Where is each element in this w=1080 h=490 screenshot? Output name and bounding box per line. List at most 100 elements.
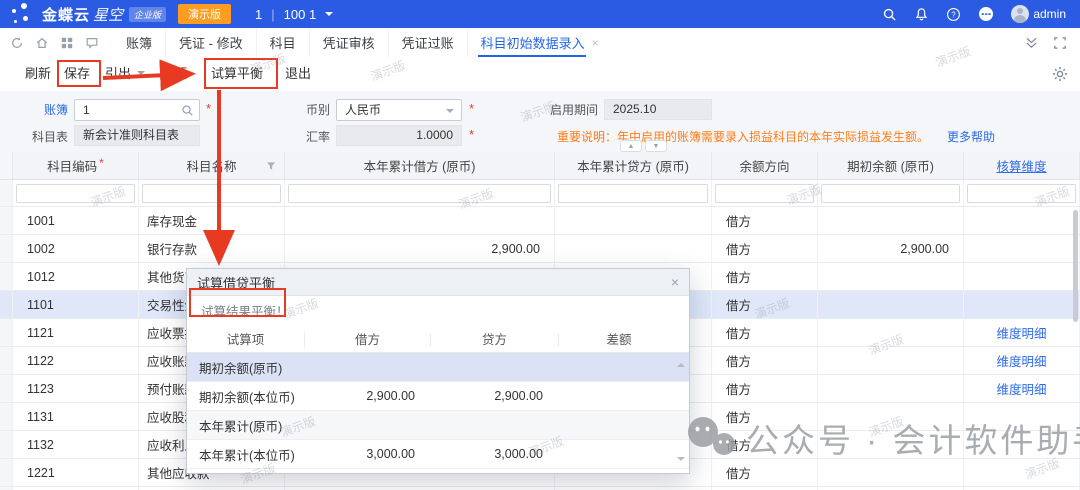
dimension-detail-link[interactable]: 维度明细 — [964, 319, 1080, 346]
tab-凭证 - 修改[interactable]: 凭证 - 修改 — [165, 28, 256, 57]
bell-icon[interactable] — [914, 7, 929, 22]
dims-filter-input[interactable] — [967, 184, 1076, 203]
account-code-cell[interactable]: 1122 — [13, 347, 139, 374]
collapse-up-button[interactable]: ▲ — [620, 140, 642, 152]
tab-凭证审核[interactable]: 凭证审核 — [309, 28, 388, 57]
currency-select[interactable]: 人民币 — [336, 99, 462, 121]
account-code-cell[interactable]: 1002 — [13, 235, 139, 262]
opening-balance-cell[interactable] — [818, 319, 964, 346]
balance-direction-cell[interactable]: 借方 — [712, 291, 818, 318]
collapse-down-button[interactable]: ▼ — [645, 140, 667, 152]
account-code-cell[interactable]: 1131 — [13, 403, 139, 430]
ytd-debit-cell[interactable] — [285, 207, 555, 234]
scroll-down-icon[interactable] — [677, 457, 685, 465]
debit-filter-input[interactable] — [288, 184, 551, 203]
close-icon[interactable]: × — [671, 275, 679, 289]
ytd-debit-cell[interactable]: 2,900.00 — [285, 235, 555, 262]
collapse-tabs-icon[interactable] — [1025, 36, 1038, 49]
dimension-detail-link[interactable]: 维度明细 — [964, 375, 1080, 402]
opening-balance-cell[interactable] — [818, 431, 964, 458]
chart-of-accounts-label: 科目表 — [6, 126, 68, 148]
row-gutter — [0, 375, 13, 402]
direction-filter-input[interactable] — [715, 184, 814, 203]
options-button[interactable]: 选项 — [161, 57, 187, 91]
trial-balance-dialog: 试算借贷平衡 × 试算结果平衡！ 试算项 借方 贷方 差额 期初余额(原币)期初… — [186, 268, 690, 474]
account-row-1001[interactable]: 1001库存现金 借方 — [0, 207, 1080, 235]
book-input[interactable]: 1 — [74, 99, 200, 121]
account-set-selector[interactable]: 1 | 100 1 — [255, 7, 333, 22]
balance-direction-cell[interactable]: 借方 — [712, 375, 818, 402]
row-gutter — [0, 207, 13, 234]
trial-balance-result-message: 试算结果平衡！ — [187, 296, 689, 326]
opening-balance-cell[interactable] — [818, 375, 964, 402]
trial-row-0[interactable]: 期初余额(原币) — [187, 353, 689, 382]
account-code-cell[interactable]: 1221 — [13, 459, 139, 486]
balance-direction-cell[interactable]: 借方 — [712, 431, 818, 458]
opening-filter-input[interactable] — [821, 184, 960, 203]
refresh-icon[interactable] — [10, 36, 24, 50]
balance-direction-cell[interactable]: 借方 — [712, 403, 818, 430]
account-code-cell[interactable]: 1121 — [13, 319, 139, 346]
opening-balance-cell[interactable] — [818, 263, 964, 290]
balance-direction-cell[interactable]: 借方 — [712, 319, 818, 346]
opening-balance-cell[interactable] — [818, 403, 964, 430]
gear-icon[interactable] — [1052, 66, 1068, 82]
save-button[interactable]: 保存 — [64, 57, 90, 91]
account-code-cell[interactable]: 1101 — [13, 291, 139, 318]
balance-direction-cell[interactable]: 借方 — [712, 207, 818, 234]
account-code-cell[interactable]: 1123 — [13, 375, 139, 402]
opening-balance-cell[interactable] — [818, 207, 964, 234]
account-name-cell[interactable]: 库存现金 — [139, 207, 285, 234]
exit-button[interactable]: 退出 — [285, 57, 311, 91]
row-gutter — [0, 291, 13, 318]
home-icon[interactable] — [35, 36, 49, 50]
ytd-credit-cell[interactable] — [555, 207, 712, 234]
credit-filter-input[interactable] — [558, 184, 708, 203]
fullscreen-icon[interactable] — [1054, 37, 1066, 49]
account-code-cell[interactable]: 1132 — [13, 431, 139, 458]
balance-direction-cell[interactable]: 借方 — [712, 459, 818, 486]
account-code-cell[interactable]: 1001 — [13, 207, 139, 234]
apps-grid-icon[interactable] — [60, 36, 74, 50]
lookup-icon[interactable] — [181, 104, 194, 117]
name-filter-input[interactable] — [142, 184, 281, 203]
open-tabs: 账簿凭证 - 修改科目凭证审核凭证过账科目初始数据录入× — [113, 28, 612, 57]
balance-direction-cell[interactable]: 借方 — [712, 235, 818, 262]
account-row-1002[interactable]: 1002银行存款2,900.00借方2,900.00 — [0, 235, 1080, 263]
scroll-up-icon[interactable] — [677, 359, 685, 367]
trial-row-2[interactable]: 本年累计(原币) — [187, 411, 689, 440]
message-icon[interactable] — [85, 36, 99, 50]
trial-row-3[interactable]: 本年累计(本位币)3,000.003,000.00 — [187, 440, 689, 469]
export-button[interactable]: 引出 — [105, 57, 145, 91]
trial-row-1[interactable]: 期初余额(本位币)2,900.002,900.00 — [187, 382, 689, 411]
opening-balance-cell[interactable] — [818, 347, 964, 374]
trial-balance-button[interactable]: 试算平衡 — [211, 57, 263, 91]
tab-close-icon[interactable]: × — [592, 36, 599, 50]
table-scrollbar[interactable] — [1073, 210, 1078, 322]
tab-账簿[interactable]: 账簿 — [113, 28, 165, 57]
tab-凭证过账[interactable]: 凭证过账 — [388, 28, 467, 57]
more-help-link[interactable]: 更多帮助 — [947, 130, 995, 144]
refresh-button[interactable]: 刷新 — [25, 57, 51, 91]
filter-funnel-icon[interactable] — [266, 161, 276, 171]
search-icon[interactable] — [882, 7, 897, 22]
balance-direction-cell[interactable]: 借方 — [712, 263, 818, 290]
dimension-detail-link[interactable]: 维度明细 — [964, 347, 1080, 374]
account-name-cell[interactable]: 银行存款 — [139, 235, 285, 262]
tab-label: 账簿 — [126, 33, 152, 52]
account-code-cell[interactable]: 1012 — [13, 263, 139, 290]
help-icon[interactable]: ? — [946, 7, 961, 22]
balance-direction-cell[interactable]: 借方 — [712, 347, 818, 374]
service-icon[interactable] — [978, 6, 994, 22]
opening-balance-cell[interactable]: 2,900.00 — [818, 235, 964, 262]
book-label[interactable]: 账簿 — [14, 99, 68, 121]
opening-balance-cell[interactable] — [818, 459, 964, 486]
opening-balance-cell[interactable] — [818, 291, 964, 318]
ytd-credit-cell[interactable] — [555, 235, 712, 262]
code-filter-input[interactable] — [16, 184, 135, 203]
user-avatar[interactable] — [1011, 5, 1029, 23]
dimension-cell — [964, 403, 1080, 430]
toolbar: 刷新 保存 引出 选项 试算平衡 退出 — [0, 57, 1080, 92]
tab-科目[interactable]: 科目 — [256, 28, 309, 57]
tab-科目初始数据录入[interactable]: 科目初始数据录入× — [467, 28, 612, 57]
